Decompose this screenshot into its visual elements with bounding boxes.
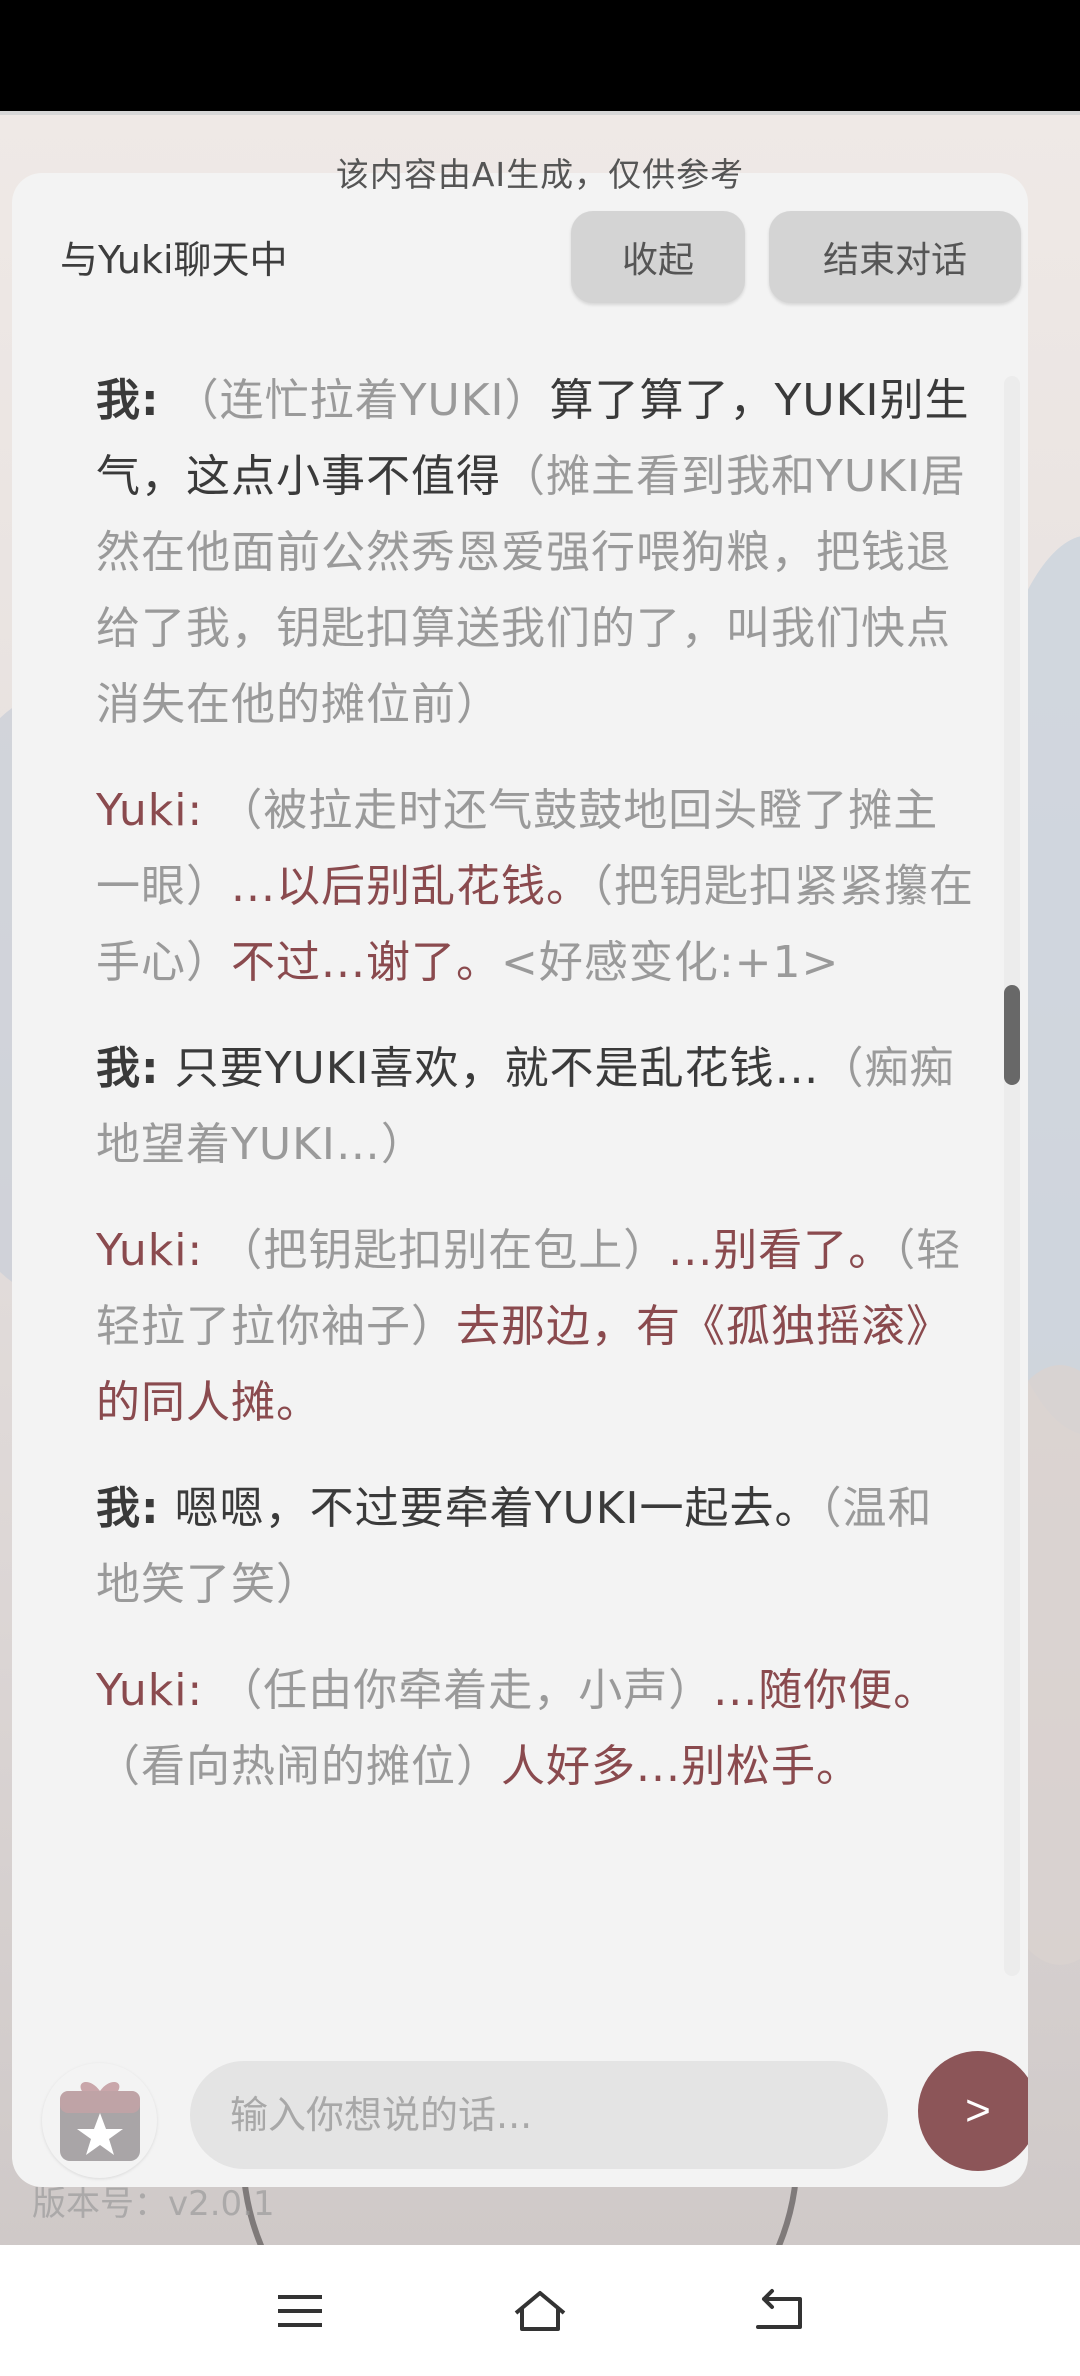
message-action: （看向热闹的摊位） bbox=[96, 1741, 501, 1792]
chat-message: 我: （连忙拉着YUKI）算了算了，YUKI别生气，这点小事不值得（摊主看到我和… bbox=[96, 363, 976, 743]
end-conversation-button[interactable]: 结束对话 bbox=[769, 211, 1021, 303]
message-speech: 只要YUKI喜欢，就不是乱花钱… bbox=[174, 1043, 820, 1094]
message-speaker: 我: bbox=[96, 1483, 160, 1534]
chat-message: Yuki: （任由你牵着走，小声）...随你便。 （看向热闹的摊位）人好多...别… bbox=[96, 1653, 976, 1805]
system-nav-bar bbox=[0, 2245, 1080, 2376]
message-speaker: 我: bbox=[96, 1043, 160, 1094]
message-speaker: 我: bbox=[96, 375, 160, 426]
home-icon[interactable] bbox=[510, 2283, 570, 2339]
chat-message: Yuki: （被拉走时还气鼓鼓地回头瞪了摊主一眼）...以后别乱花钱。（把钥匙扣… bbox=[96, 773, 976, 1001]
message-list[interactable]: 我: （连忙拉着YUKI）算了算了，YUKI别生气，这点小事不值得（摊主看到我和… bbox=[96, 363, 976, 1835]
message-action: （连忙拉着YUKI） bbox=[174, 375, 550, 426]
chat-message: Yuki: （把钥匙扣别在包上）...别看了。（轻轻拉了拉你袖子）去那边，有《孤… bbox=[96, 1213, 976, 1441]
message-speech: ...随你便。 bbox=[713, 1665, 939, 1716]
message-speaker: Yuki: bbox=[96, 1225, 204, 1276]
message-speech: ...别看了。 bbox=[668, 1225, 894, 1276]
gift-button[interactable] bbox=[42, 2063, 157, 2178]
menu-icon[interactable] bbox=[270, 2283, 330, 2339]
message-speech: 不过...谢了。 bbox=[231, 937, 501, 988]
chat-title: 与Yuki聊天中 bbox=[60, 238, 288, 282]
message-action: <好感变化:+1> bbox=[500, 937, 840, 988]
chat-message: 我: 只要YUKI喜欢，就不是乱花钱…（痴痴地望着YUKI…） bbox=[96, 1031, 976, 1183]
chat-message: 我: 嗯嗯，不过要牵着YUKI一起去。（温和地笑了笑） bbox=[96, 1471, 976, 1623]
app-screen: 该内容由AI生成，仅供参考 与Yuki聊天中 收起 结束对话 我: （连忙拉着Y… bbox=[0, 0, 1080, 2376]
message-speaker: Yuki: bbox=[96, 1665, 204, 1716]
message-speech: 嗯嗯，不过要牵着YUKI一起去。 bbox=[174, 1483, 820, 1534]
scrollbar-thumb[interactable] bbox=[1004, 985, 1020, 1085]
send-button[interactable]: > bbox=[918, 2051, 1028, 2171]
message-speech: 人好多...别松手。 bbox=[501, 1741, 861, 1792]
back-icon[interactable] bbox=[750, 2283, 810, 2339]
chat-panel: 与Yuki聊天中 收起 结束对话 我: （连忙拉着YUKI）算了算了，YUKI别… bbox=[12, 173, 1028, 2187]
scrollbar-track[interactable] bbox=[1004, 376, 1020, 1976]
message-action: （把钥匙扣别在包上） bbox=[218, 1225, 669, 1276]
input-bar: > bbox=[12, 2033, 1028, 2183]
gift-star-icon bbox=[59, 2081, 140, 2161]
message-speaker: Yuki: bbox=[96, 785, 204, 836]
collapse-button[interactable]: 收起 bbox=[571, 211, 745, 303]
message-input[interactable] bbox=[190, 2061, 888, 2169]
message-action: （任由你牵着走，小声） bbox=[218, 1665, 714, 1716]
message-speech: ...以后别乱花钱。 bbox=[231, 861, 591, 912]
ai-generated-notice: 该内容由AI生成，仅供参考 bbox=[335, 155, 745, 194]
status-bar bbox=[0, 0, 1080, 114]
